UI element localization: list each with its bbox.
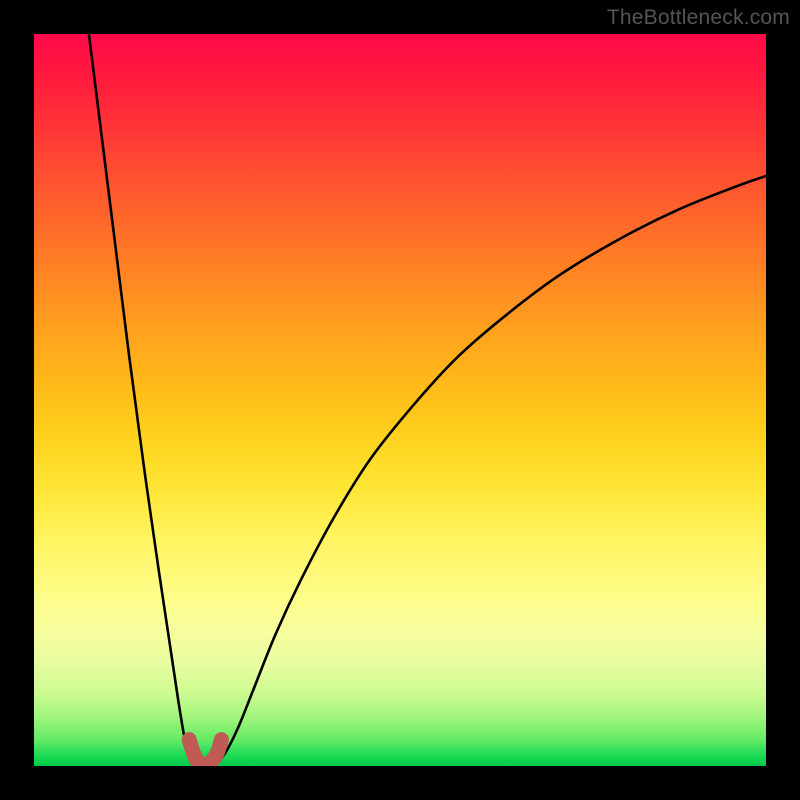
optimal-point-marker — [189, 740, 221, 765]
watermark-text: TheBottleneck.com — [607, 6, 790, 30]
bottleneck-curve — [89, 34, 766, 766]
plot-area — [34, 34, 766, 766]
chart-frame: TheBottleneck.com — [0, 0, 800, 800]
curve-layer — [34, 34, 766, 766]
